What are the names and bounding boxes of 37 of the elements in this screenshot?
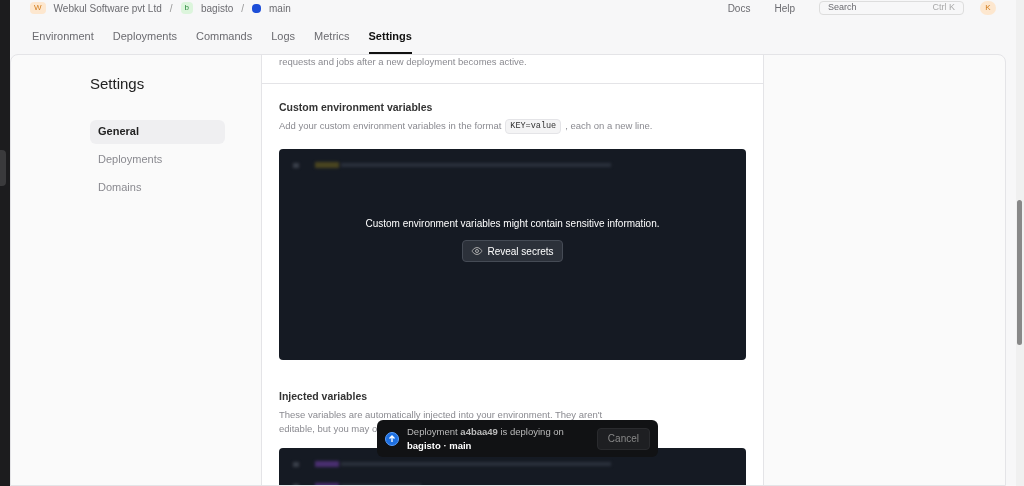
section-title: Injected variables: [279, 388, 369, 404]
nav-tab[interactable]: Deployments: [112, 27, 177, 54]
eye-icon: [471, 245, 484, 258]
nav-tab[interactable]: Metrics: [314, 27, 350, 54]
org-name[interactable]: Webkul Software pvt Ltd: [53, 0, 162, 16]
breadcrumb-separator: /: [241, 1, 245, 16]
section-description: These variables are automatically injected into your environment. They aren't: [279, 407, 603, 422]
cancel-button[interactable]: Cancel: [596, 427, 650, 450]
org-badge: W: [30, 2, 46, 14]
nav-tab[interactable]: Commands: [195, 27, 253, 54]
branch-name[interactable]: main: [269, 0, 291, 16]
section-description: editable, but you may o: [279, 421, 378, 436]
project-badge: b: [180, 2, 193, 14]
header-link[interactable]: Help: [774, 0, 795, 16]
side-handle[interactable]: [0, 150, 6, 186]
header-link[interactable]: Docs: [727, 0, 751, 16]
project-name[interactable]: bagisto: [201, 0, 234, 16]
deployment-target: bagisto · main: [407, 438, 473, 453]
reveal-secrets-button[interactable]: Reveal secrets: [462, 240, 563, 263]
search-field[interactable]: Search Ctrl K: [819, 1, 964, 15]
section-description: , each on a new line.: [565, 119, 653, 134]
settings-title: Settings: [90, 74, 146, 94]
sidebar-item[interactable]: Domains: [90, 175, 225, 200]
section-title: Custom environment variables: [279, 100, 434, 116]
sidebar-item[interactable]: General: [90, 119, 225, 144]
nav-tab[interactable]: Environment: [32, 27, 94, 54]
breadcrumb-separator: /: [169, 1, 173, 16]
upload-icon: [385, 431, 399, 446]
sensitive-notice: Custom environment variables might contain sensitive information.: [365, 217, 660, 232]
section-description: requests and jobs after a new deployment becomes active.: [279, 55, 528, 69]
sidebar-item[interactable]: Deployments: [90, 147, 225, 172]
branch-icon: [252, 3, 262, 13]
section-description: Add your custom environment variables in the format: [279, 119, 502, 134]
nav-tab[interactable]: Logs: [271, 27, 296, 54]
toast-message: Deployment a4baa49 is deploying on: [407, 424, 565, 439]
user-avatar[interactable]: K: [980, 1, 996, 15]
code-snippet: KEY=value: [505, 119, 562, 134]
